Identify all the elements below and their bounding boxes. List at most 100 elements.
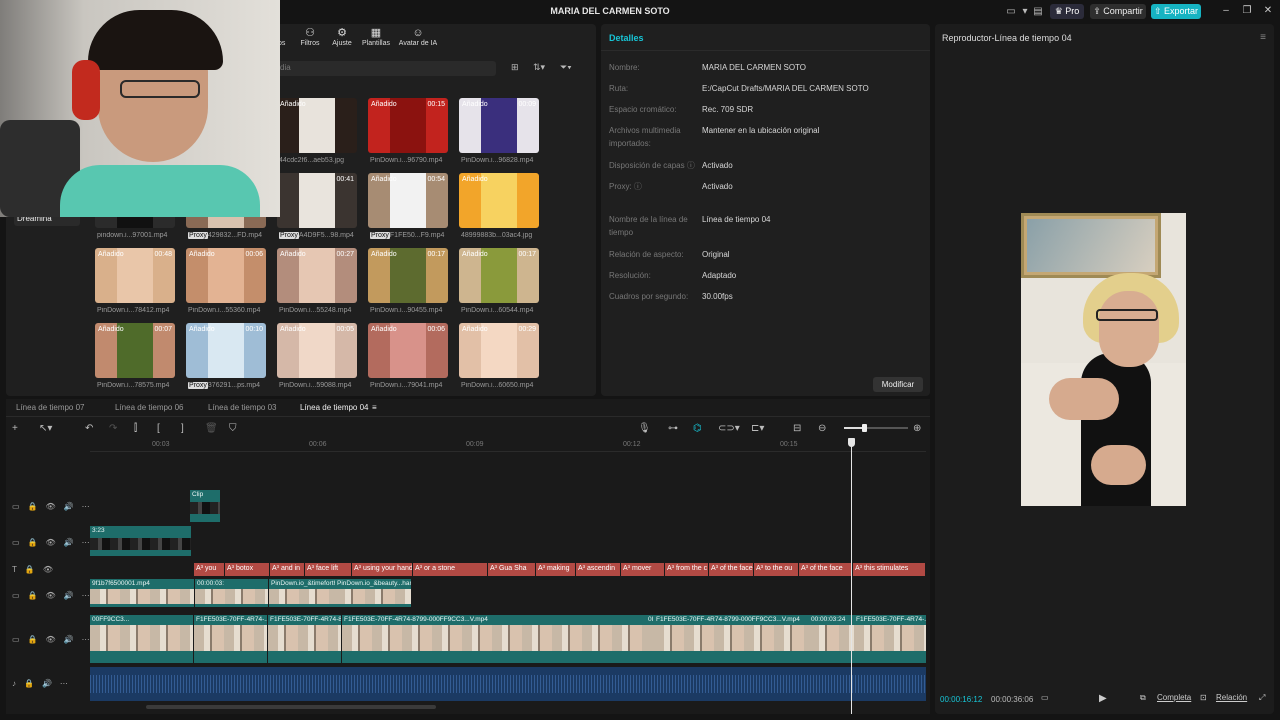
linkage-icon[interactable]: ⊂⊃▾ [718,423,740,434]
horizontal-scrollbar[interactable] [146,705,436,709]
screenshot-icon[interactable]: ⊡ [1200,693,1207,702]
trim-left-icon[interactable]: [ [157,423,160,434]
redo-icon[interactable]: ↷ [109,423,117,434]
text-clip[interactable]: A³ face lift [305,563,351,576]
video-clip-small[interactable]: 3:23 [90,526,191,556]
track-controls-audio[interactable]: ♪🔒🔊⋯ [12,679,76,688]
tab-ai-avatar[interactable]: ☺ Avatar de IA [396,26,440,47]
main-video-clip[interactable]: F1FE503E-70FF-4R74-8... [268,615,341,663]
text-clip[interactable]: A³ this stimulates [853,563,925,576]
tab-timeline-07[interactable]: Línea de tiempo 07 [16,403,85,412]
track-controls-video-1[interactable]: ▭🔒👁🔊⋯ [12,538,98,547]
fullscreen-icon[interactable]: ⤢ [1259,693,1265,703]
modify-button[interactable]: Modificar [873,377,923,392]
text-clip[interactable]: A³ you [194,563,224,576]
track-controls-video-2[interactable]: ▭🔒👁🔊⋯ [12,591,98,600]
media-thumbnail[interactable]: Añadido 00:10 [186,323,266,378]
minimize-icon[interactable]: – [1219,5,1233,16]
tab-timeline-06[interactable]: Línea de tiempo 06 [115,403,184,412]
main-video-clip[interactable]: F1FE503E-70FF-4R74-... [854,615,926,663]
caption-icon[interactable]: ⊟ [793,423,801,434]
view-grid-icon[interactable]: ⊞ [511,62,519,73]
text-clip[interactable]: A³ to the ou [754,563,798,576]
main-video-clip[interactable]: F1FE503E-70FF-4R74-... [194,615,267,663]
video-preview[interactable] [1021,213,1186,506]
share-button[interactable]: ⇪ Compartir [1090,4,1146,19]
text-clip[interactable]: A³ of the face [799,563,852,576]
audio-clip[interactable] [90,667,926,701]
media-thumbnail[interactable]: Añadido 00:06 [368,323,448,378]
text-clip[interactable]: A³ or a stone [413,563,487,576]
playhead-handle[interactable] [848,438,855,447]
menu-icon[interactable]: ≡ [1260,32,1266,43]
video-clip[interactable]: PinDown.io_&beauty...hanceacademy [335,579,411,607]
main-video-clip[interactable]: 0I [646,615,654,663]
microphone-icon[interactable]: 🎙 [638,423,651,434]
text-clip[interactable]: A³ of the face [709,563,753,576]
overlay-clip[interactable]: Clip [190,490,220,522]
chevron-down-icon[interactable]: ▾ [1018,5,1032,18]
text-clip[interactable]: A³ ascendin [576,563,620,576]
sort-icon[interactable]: ⇅▾ [533,62,545,73]
media-thumbnail[interactable]: Añadido 00:17 [459,248,539,303]
media-thumbnail[interactable]: Añadido 00:17 [368,248,448,303]
pro-button[interactable]: ♛ Pro [1050,4,1084,19]
media-thumbnail[interactable]: Añadido 00:05 [277,323,357,378]
shortcuts-icon[interactable]: ▤ [1031,5,1045,18]
media-thumbnail[interactable]: Añadido 00:48 [95,248,175,303]
play-icon[interactable]: ▶ [1099,693,1107,704]
track-controls-main[interactable]: ▭🔒👁🔊⋯ [12,635,98,644]
media-thumbnail[interactable]: Añadido 00:54 [368,173,448,228]
text-clip[interactable]: A³ Gua Sha [488,563,535,576]
media-thumbnail[interactable]: Añadido [459,173,539,228]
close-icon[interactable]: ✕ [1261,5,1275,16]
select-tool-icon[interactable]: ↖▾ [39,423,52,434]
text-clip[interactable]: A³ mover [621,563,664,576]
zoom-out-icon[interactable]: ⊖ [818,423,826,434]
text-clip[interactable]: A³ from the c [665,563,708,576]
media-thumbnail[interactable]: Añadido 00:09 [459,98,539,153]
link-icon[interactable]: ⊶ [668,423,678,434]
restore-icon[interactable]: ❐ [1240,5,1254,16]
main-video-clip[interactable]: F1FE503E-70FF-4R74-8799-000FF9CC3...V.mp… [654,615,809,663]
tab-menu-icon[interactable]: ≡ [372,403,377,412]
media-thumbnail[interactable]: Añadido [277,98,357,153]
media-thumbnail[interactable]: Añadido 00:27 [277,248,357,303]
video-clip[interactable]: 9f1b7f6500001.mp4 [90,579,194,607]
layout-icon[interactable]: ▭ [1004,5,1018,18]
magnet-icon[interactable]: ⌬ [693,423,702,434]
tab-timeline-04[interactable]: Línea de tiempo 04 [300,403,369,412]
zoom-slider-handle[interactable] [862,424,867,432]
crop-icon[interactable]: ⧉ [1140,693,1146,703]
video-clip[interactable]: 00:00:03: [195,579,268,607]
tab-adjust[interactable]: ⚙ Ajuste [328,26,356,47]
fullscreen-quality-button[interactable]: Completa [1157,693,1191,702]
media-thumbnail[interactable]: Añadido 00:15 [368,98,448,153]
timecode-icon[interactable]: ▭ [1041,693,1049,702]
tab-filters[interactable]: ⚇ Filtros [296,26,324,47]
zoom-in-icon[interactable]: ⊕ [913,423,921,434]
track-controls-text[interactable]: T🔒👁 [12,565,61,574]
tab-timeline-03[interactable]: Línea de tiempo 03 [208,403,277,412]
marker-icon[interactable]: ⛉ [229,423,237,434]
ratio-button[interactable]: Relación [1216,693,1247,702]
media-thumbnail[interactable]: 00:41 [277,173,357,228]
filter-icon[interactable]: ⏷▾ [560,62,572,73]
media-thumbnail[interactable]: Añadido 00:06 [186,248,266,303]
text-clip[interactable]: A³ botox [225,563,269,576]
media-thumbnail[interactable]: Añadido 00:29 [459,323,539,378]
text-clip[interactable]: A³ using your hands [352,563,412,576]
undo-icon[interactable]: ↶ [85,423,93,434]
split-icon[interactable]: ⫿ [134,423,137,434]
text-clip[interactable]: A³ and in [270,563,304,576]
tab-templates[interactable]: ▦ Plantillas [358,26,394,47]
main-video-clip[interactable]: 00FF9CC3... [90,615,193,663]
main-video-clip[interactable]: F1FE503E-70FF-4R74-8799-000FF9CC3...V.mp… [342,615,655,663]
main-video-clip[interactable]: 00:00:03:24 [809,615,854,663]
text-clip[interactable]: A³ making [536,563,575,576]
preview-axis-icon[interactable]: ⊏▾ [751,423,764,434]
playhead[interactable] [851,438,852,714]
search-input[interactable]: dia [274,61,496,76]
media-thumbnail[interactable]: Añadido 00:07 [95,323,175,378]
export-button[interactable]: ⇧ Exportar [1151,4,1201,19]
